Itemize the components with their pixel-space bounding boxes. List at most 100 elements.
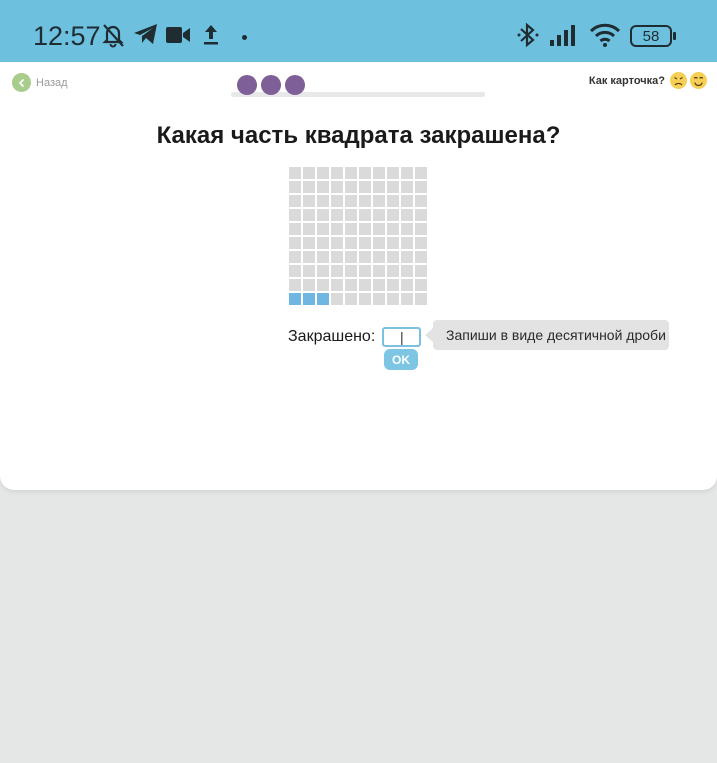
grid-cell: [359, 167, 371, 179]
grid-cell: [387, 223, 399, 235]
sad-face-icon[interactable]: [670, 72, 687, 89]
task-card: Назад Как карточка? Какая часть квадрата…: [0, 62, 717, 490]
back-button[interactable]: Назад: [12, 73, 68, 92]
grid-cell: [401, 279, 413, 291]
grid-cell: [303, 223, 315, 235]
grid-cell: [317, 237, 329, 249]
grid-cell: [303, 265, 315, 277]
grid-cell: [317, 181, 329, 193]
grid-cell: [345, 237, 357, 249]
grid-cell: [401, 265, 413, 277]
grid-cell: [303, 251, 315, 263]
grid-cell: [387, 251, 399, 263]
bluetooth-icon: [517, 22, 539, 48]
grid-cell: [317, 209, 329, 221]
video-camera-icon: [166, 27, 190, 43]
grid-cell: [359, 209, 371, 221]
grid-cell: [401, 195, 413, 207]
grid-cell: [303, 279, 315, 291]
grid-cell: [387, 181, 399, 193]
grid-cell: [373, 223, 385, 235]
wifi-icon: [589, 23, 621, 47]
ok-button[interactable]: OK: [384, 349, 418, 370]
grid-cell: [331, 279, 343, 291]
square-grid: [289, 167, 429, 307]
grid-cell: [303, 237, 315, 249]
grid-cell: [373, 237, 385, 249]
notification-dot-icon: [242, 35, 247, 40]
grid-cell: [317, 265, 329, 277]
grid-cell: [331, 195, 343, 207]
grid-cell: [415, 195, 427, 207]
grid-cell: [401, 237, 413, 249]
grid-cell: [289, 209, 301, 221]
grid-cell: [401, 167, 413, 179]
grid-cell: [415, 237, 427, 249]
answer-input[interactable]: [382, 327, 422, 347]
smiling-face-icon[interactable]: [690, 72, 707, 89]
grid-cell: [331, 237, 343, 249]
clock: 12:57: [33, 21, 101, 51]
grid-cell: [387, 167, 399, 179]
shaded-cell: [317, 293, 329, 305]
grid-cell: [387, 293, 399, 305]
battery-level: 58: [642, 27, 660, 45]
grid-cell: [289, 251, 301, 263]
grid-cell: [373, 251, 385, 263]
grid-cell: [415, 167, 427, 179]
grid-cell: [317, 223, 329, 235]
grid-cell: [359, 181, 371, 193]
grid-cell: [401, 293, 413, 305]
grid-cell: [401, 181, 413, 193]
battery-indicator: 58: [630, 25, 676, 47]
grid-cell: [289, 265, 301, 277]
grid-cell: [415, 223, 427, 235]
grid-cell: [373, 181, 385, 193]
grid-cell: [331, 251, 343, 263]
grid-cell: [317, 251, 329, 263]
upload-icon: [204, 25, 218, 45]
signal-icon: [550, 25, 575, 46]
grid-cell: [359, 195, 371, 207]
grid-cell: [345, 279, 357, 291]
grid-cell: [387, 279, 399, 291]
grid-cell: [345, 195, 357, 207]
grid-cell: [345, 265, 357, 277]
grid-cell: [317, 195, 329, 207]
grid-cell: [359, 279, 371, 291]
bell-off-icon: [102, 24, 124, 48]
grid-cell: [345, 209, 357, 221]
grid-cell: [415, 293, 427, 305]
answer-label: Закрашено:: [288, 328, 376, 345]
grid-cell: [387, 195, 399, 207]
grid-cell: [331, 293, 343, 305]
telegram-icon: [134, 24, 157, 44]
grid-cell: [359, 223, 371, 235]
shaded-cell: [289, 293, 301, 305]
grid-cell: [345, 181, 357, 193]
answer-row: Закрашено:: [288, 327, 422, 347]
shaded-cell: [303, 293, 315, 305]
grid-cell: [289, 279, 301, 291]
grid-cell: [359, 265, 371, 277]
grid-cell: [415, 251, 427, 263]
grid-cell: [331, 223, 343, 235]
grid-cell: [303, 181, 315, 193]
grid-cell: [289, 181, 301, 193]
hint-text: Запиши в виде десятичной дроби: [446, 327, 666, 343]
progress-dot: [237, 75, 257, 95]
grid-cell: [317, 167, 329, 179]
progress-dots: [237, 75, 305, 95]
back-label: Назад: [36, 76, 68, 89]
grid-cell: [289, 167, 301, 179]
grid-cell: [373, 279, 385, 291]
grid-cell: [415, 209, 427, 221]
grid-cell: [331, 209, 343, 221]
question-title: Какая часть квадрата закрашена?: [156, 122, 561, 149]
grid-cell: [415, 279, 427, 291]
grid-cell: [373, 195, 385, 207]
grid-cell: [373, 209, 385, 221]
grid-cell: [303, 167, 315, 179]
grid-cell: [303, 195, 315, 207]
rating-label: Как карточка?: [588, 74, 665, 87]
